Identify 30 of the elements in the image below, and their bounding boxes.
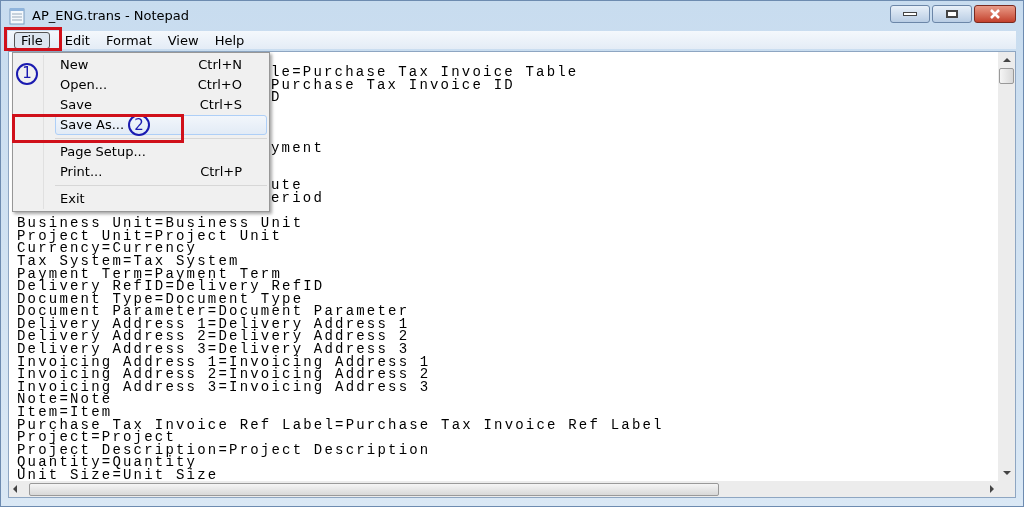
step-number: 1 [16, 62, 38, 85]
menu-option[interactable]: New Ctrl+N [55, 55, 267, 75]
text-line: Project Unit=Project Unit [17, 227, 283, 244]
menu-item[interactable]: Help [207, 31, 252, 49]
window-title: AP_ENG.trans - Notepad [32, 7, 189, 26]
menu-option[interactable]: Open... Ctrl+O [55, 75, 267, 95]
menu-option[interactable]: Print... Ctrl+P [55, 162, 267, 182]
menu-option[interactable]: Save Ctrl+S [55, 95, 267, 115]
minimize-button[interactable] [890, 5, 930, 23]
vertical-scrollbar[interactable] [998, 52, 1015, 481]
close-icon [989, 9, 1001, 19]
scroll-up-icon [1002, 58, 1011, 62]
menu-item[interactable]: View [160, 31, 206, 49]
menu-option[interactable]: Exit [55, 189, 267, 209]
menu-item[interactable]: Format [98, 31, 159, 49]
menu-option[interactable]: Page Setup... [55, 142, 267, 162]
notepad-icon [8, 7, 26, 25]
menu-item[interactable]: Edit [57, 31, 97, 49]
maximize-button[interactable] [932, 5, 972, 23]
scroll-left-icon [13, 485, 17, 493]
text-line: D [271, 89, 282, 106]
text-line: yment [271, 139, 324, 156]
text-line: eriod [271, 189, 324, 206]
close-button[interactable] [974, 5, 1016, 23]
scroll-right-icon [990, 485, 994, 493]
text-line: Unit Size=Unit Size [17, 467, 219, 481]
scroll-down-icon [1002, 471, 1011, 475]
menu-option[interactable]: Save As... 2 [55, 115, 267, 135]
menu-item[interactable]: File [14, 31, 50, 49]
highlight-frame [4, 27, 62, 51]
